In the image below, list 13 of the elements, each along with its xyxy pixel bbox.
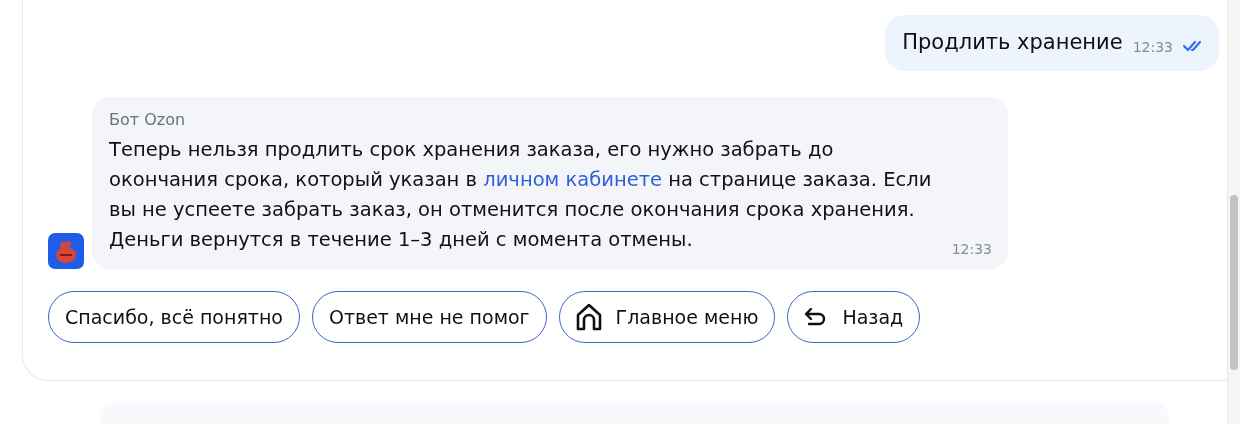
message-text: Продлить хранение	[902, 29, 1123, 55]
scrollbar[interactable]	[1227, 0, 1240, 424]
quick-reply-button[interactable]: Спасибо, всё понятно	[48, 291, 300, 343]
quick-reply-button[interactable]: Ответ мне не помог	[311, 291, 547, 343]
quick-reply-button[interactable]: Назад	[787, 291, 921, 343]
bot-avatar-icon	[48, 233, 84, 269]
message-time: 12:33	[1132, 39, 1173, 55]
sender-name: Бот Ozon	[109, 109, 187, 131]
account-link[interactable]: личном кабинете	[483, 168, 662, 191]
message-text: Теперь нельзя продлить срок хранения заказа, его нужно забрать до окончания срока, который указан в личном кабинете на странице заказа. Если вы не успеете забрать заказ, он отменится после окончания срока хранения. Деньги вернутся в течение 1–3 дней с момента отмены.	[109, 137, 933, 253]
quick-reply-button[interactable]: Главное меню	[558, 291, 776, 343]
message-time: 12:33	[951, 241, 992, 257]
home-icon	[575, 303, 602, 331]
